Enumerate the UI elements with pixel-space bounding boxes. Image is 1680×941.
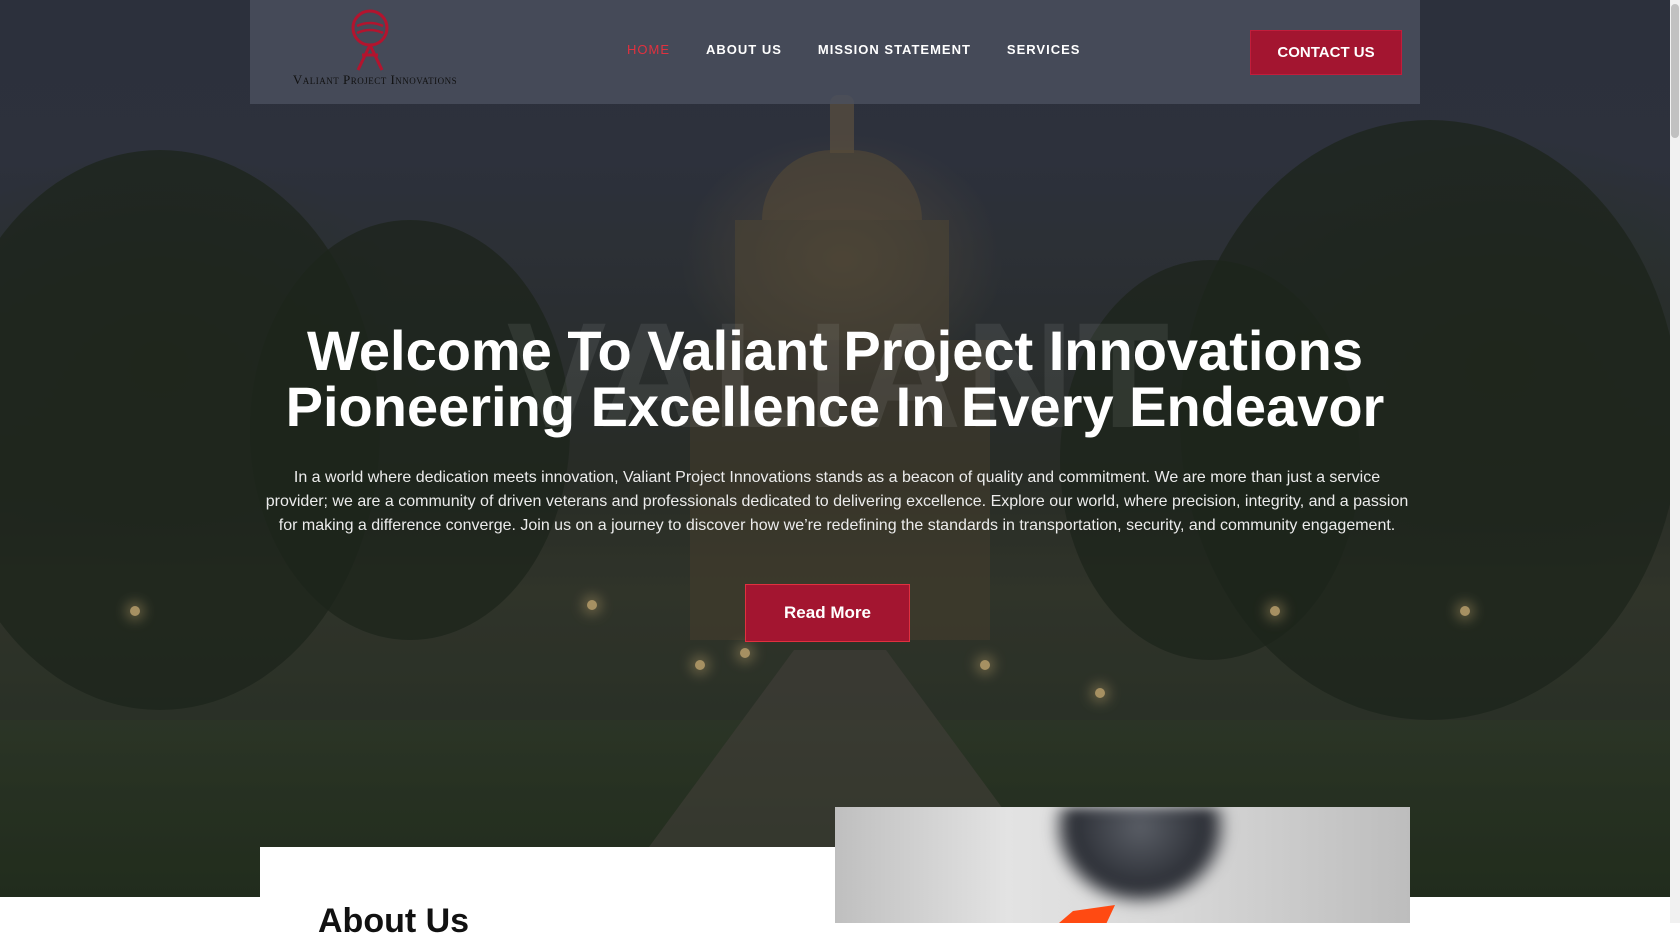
- nav-item-home[interactable]: HOME: [627, 42, 670, 57]
- page-scrollbar[interactable]: [1670, 0, 1680, 923]
- nav-item-services[interactable]: SERVICES: [1007, 42, 1081, 57]
- hero-title: Welcome To Valiant Project Innovations P…: [230, 323, 1440, 435]
- hero-title-line-2: Pioneering Excellence In Every Endeavor: [285, 375, 1385, 438]
- site-header: Valiant Project Innovations HOME ABOUT U…: [250, 0, 1420, 104]
- about-image-person: [1010, 807, 1270, 923]
- logo-text: Valiant Project Innovations: [292, 72, 458, 87]
- main-nav: HOME ABOUT US MISSION STATEMENT SERVICES: [627, 42, 1080, 57]
- site-logo[interactable]: Valiant Project Innovations: [280, 8, 470, 88]
- valiant-emblem-icon: [351, 9, 389, 71]
- nav-item-about-us[interactable]: ABOUT US: [706, 42, 782, 57]
- nav-item-mission-statement[interactable]: MISSION STATEMENT: [818, 42, 971, 57]
- contact-us-button[interactable]: CONTACT US: [1250, 30, 1402, 75]
- hero-intro-text: In a world where dedication meets innova…: [265, 469, 1409, 534]
- hero-title-line-1: Welcome To Valiant Project Innovations: [307, 319, 1363, 382]
- scrollbar-thumb[interactable]: [1671, 4, 1679, 138]
- about-card: About Us: [260, 847, 836, 940]
- about-image: [835, 807, 1410, 923]
- read-more-button[interactable]: Read More: [745, 584, 910, 642]
- about-heading: About Us: [318, 902, 470, 940]
